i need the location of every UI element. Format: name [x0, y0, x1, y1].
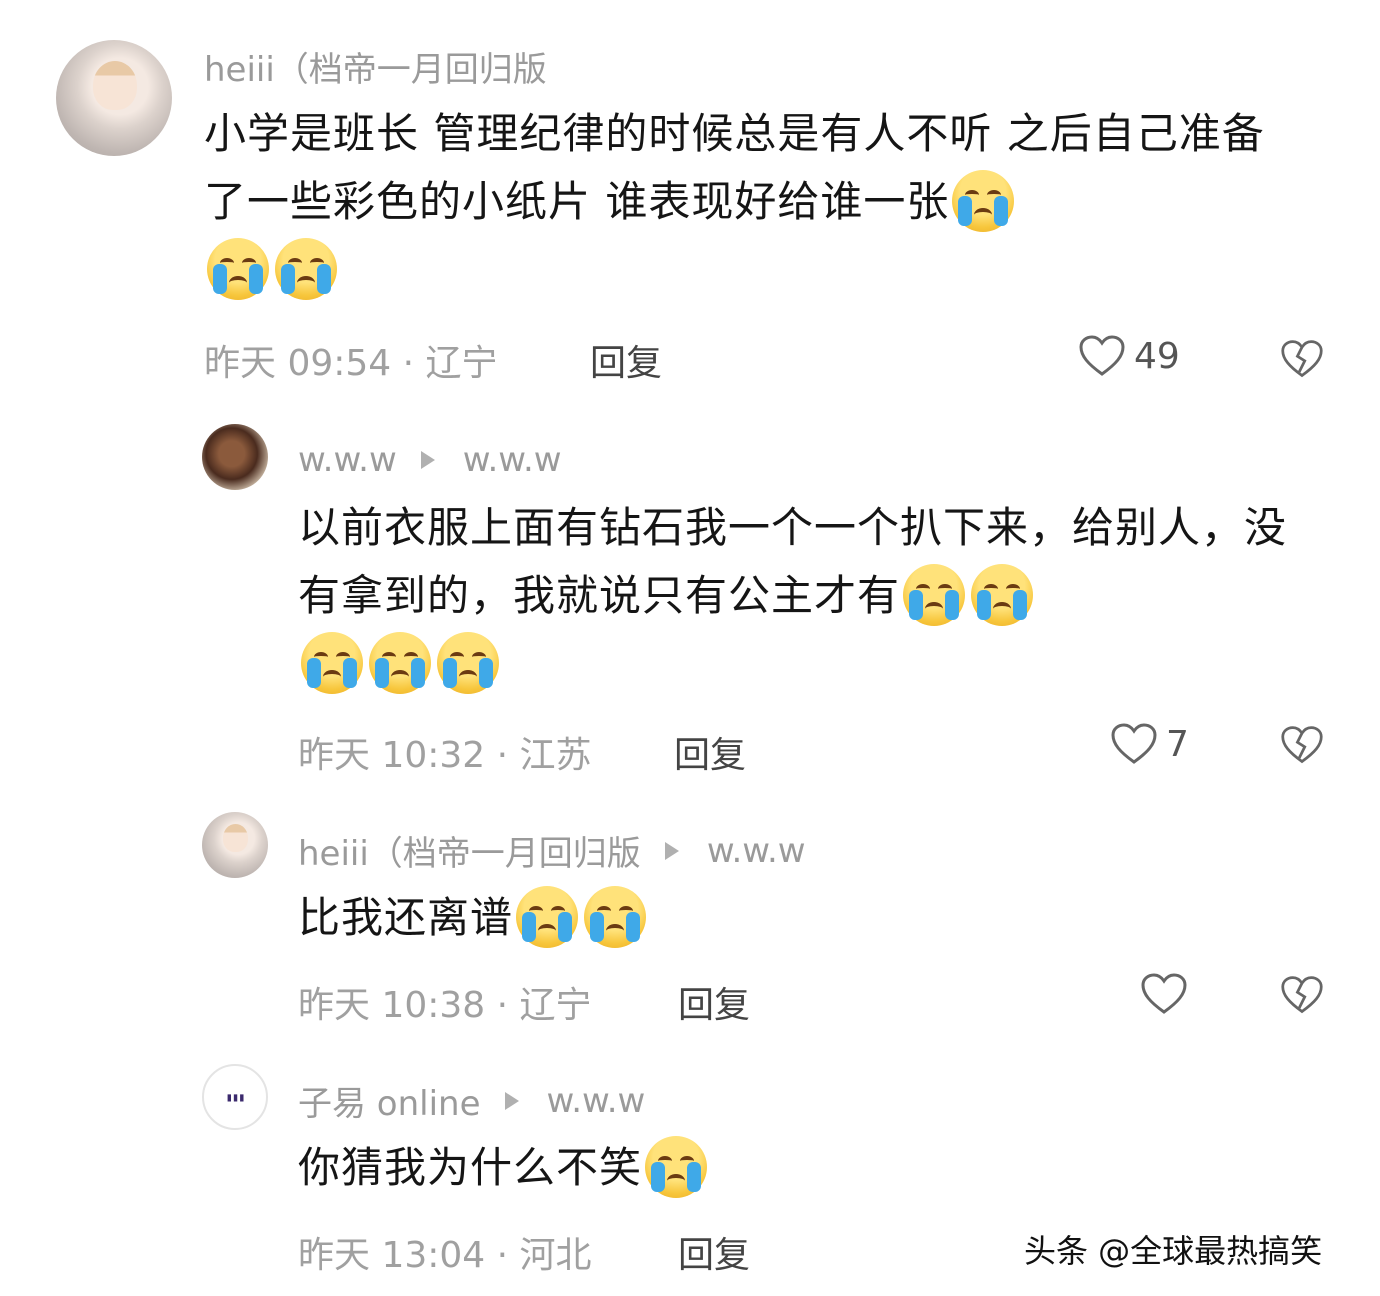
reply-arrow-icon [664, 841, 679, 860]
crying-emoji [584, 885, 647, 948]
username[interactable]: 子易 online w.w.w [298, 1076, 645, 1125]
timestamp-location: 昨天 10:32 · 江苏 [298, 735, 592, 776]
timestamp-location: 昨天 13:04 · 河北 [298, 1235, 592, 1276]
reply-to-user: w.w.w [706, 830, 806, 871]
watermark: 头条 @全球最热搞笑 [1024, 1232, 1323, 1270]
reply-to-user: w.w.w [462, 440, 562, 480]
broken-heart-icon[interactable] [1280, 724, 1324, 766]
like-count: 49 [1134, 335, 1180, 377]
comment-text: 比我还离谱 [298, 884, 1298, 952]
broken-heart-icon[interactable] [1280, 338, 1324, 380]
crying-emoji [275, 237, 337, 300]
crying-emoji [207, 237, 269, 300]
heart-icon [1079, 335, 1125, 376]
heart-icon [1141, 973, 1187, 1014]
comment-text: 你猜我为什么不笑 [298, 1134, 1298, 1202]
avatar[interactable] [202, 424, 268, 490]
crying-emoji [645, 1135, 708, 1198]
comment-text: 小学是班长 管理纪律的时候总是有人不听 之后自己准备了一些彩色的小纸片 谁表现好… [204, 100, 1304, 304]
reply-button[interactable]: 回复 [674, 726, 746, 778]
reply-button[interactable]: 回复 [590, 334, 662, 386]
crying-emoji [971, 563, 1034, 626]
crying-emoji [903, 563, 966, 626]
crying-emoji [437, 631, 499, 694]
avatar[interactable]: ▮▮▮ [202, 1064, 268, 1130]
reply-arrow-icon [504, 1091, 519, 1110]
username[interactable]: heiii（档帝一月回归版 w.w.w [298, 826, 806, 875]
timestamp-location: 昨天 10:38 · 辽宁 [298, 985, 592, 1026]
heart-icon [1111, 723, 1157, 764]
crying-emoji [369, 631, 431, 694]
username[interactable]: w.w.w w.w.w [298, 440, 562, 480]
crying-emoji [516, 885, 579, 948]
like-button[interactable]: 7 [1110, 722, 1189, 766]
reply-button[interactable]: 回复 [678, 1226, 750, 1278]
avatar-logo-icon: ▮▮▮ [225, 1090, 246, 1104]
reply-arrow-icon [420, 451, 435, 469]
reply-to-user: w.w.w [546, 1080, 646, 1121]
timestamp-location: 昨天 09:54 · 辽宁 [204, 343, 498, 384]
broken-heart-icon[interactable] [1280, 974, 1324, 1016]
comment-text: 以前衣服上面有钻石我一个一个扒下来，给别人，没有拿到的，我就说只有公主才有 [298, 494, 1308, 698]
crying-emoji [952, 169, 1015, 232]
crying-emoji [301, 631, 363, 694]
avatar[interactable] [56, 40, 172, 156]
username[interactable]: heiii（档帝一月回归版 [204, 42, 547, 91]
reply-button[interactable]: 回复 [678, 976, 750, 1028]
like-button[interactable] [1140, 972, 1188, 1016]
like-count: 7 [1166, 723, 1189, 765]
like-button[interactable]: 49 [1078, 334, 1180, 378]
avatar[interactable] [202, 812, 268, 878]
